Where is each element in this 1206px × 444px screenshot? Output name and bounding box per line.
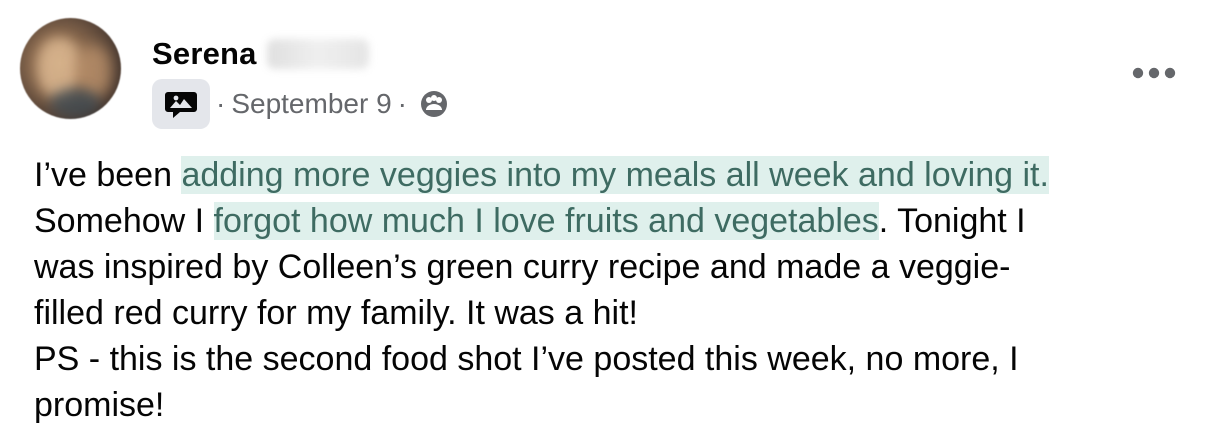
author-row: Serena bbox=[152, 32, 369, 76]
post-card: Serena · September 9 · I’ve been adding … bbox=[0, 0, 1206, 444]
meta-separator: · bbox=[397, 88, 407, 119]
avatar[interactable] bbox=[20, 18, 121, 119]
post-text-segment: was inspired by Colleen’s green curry re… bbox=[34, 248, 1011, 286]
group-chat-icon[interactable] bbox=[152, 79, 210, 129]
group-audience-icon[interactable] bbox=[419, 89, 449, 119]
post-date[interactable]: September 9 bbox=[231, 88, 391, 120]
post-text-segment: . Tonight I bbox=[878, 202, 1026, 240]
post-text: I’ve been adding more veggies into my me… bbox=[34, 152, 1184, 428]
post-text-segment: I’ve been bbox=[34, 156, 182, 194]
post-text-line: was inspired by Colleen’s green curry re… bbox=[34, 244, 1184, 290]
post-text-line: PS - this is the second food shot I’ve p… bbox=[34, 336, 1184, 382]
post-text-segment: Somehow I bbox=[34, 202, 214, 240]
avatar-photo-part bbox=[50, 88, 100, 118]
post-text-segment: promise! bbox=[34, 386, 165, 424]
post-text-line: Somehow I forgot how much I love fruits … bbox=[34, 198, 1184, 244]
post-meta: · September 9 · bbox=[152, 79, 449, 129]
meta-separator: · bbox=[216, 88, 226, 119]
author-last-name-redacted bbox=[266, 39, 369, 69]
post-text-line: promise! bbox=[34, 382, 1184, 428]
highlighted-text: adding more veggies into my meals all we… bbox=[181, 156, 1049, 194]
post-text-segment: PS - this is the second food shot I’ve p… bbox=[34, 340, 1019, 378]
more-options-icon[interactable] bbox=[1128, 58, 1180, 88]
post-text-segment: filled red curry for my family. It was a… bbox=[34, 294, 638, 332]
post-text-line: filled red curry for my family. It was a… bbox=[34, 290, 1184, 336]
post-text-line: I’ve been adding more veggies into my me… bbox=[34, 152, 1184, 198]
author-name[interactable]: Serena bbox=[152, 36, 257, 72]
highlighted-text: forgot how much I love fruits and vegeta… bbox=[213, 202, 879, 240]
